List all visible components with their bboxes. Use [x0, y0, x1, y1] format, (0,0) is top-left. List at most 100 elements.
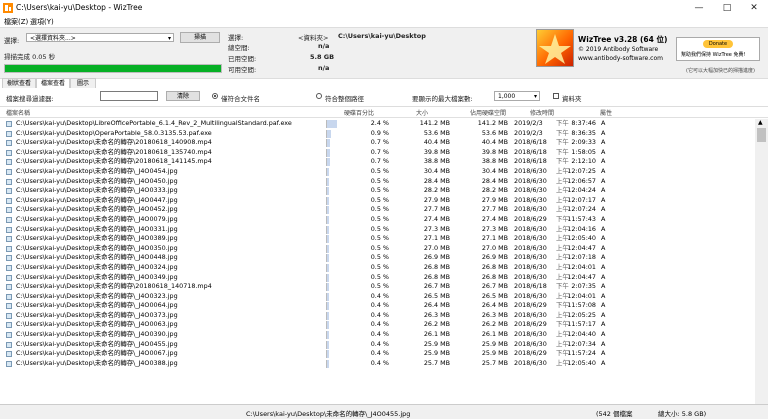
file-name: C:\Users\kai-yu\Desktop\未命名的轉存\_J4O0331.…: [16, 224, 178, 233]
file-date: 2018/6/30: [514, 176, 547, 185]
file-attr: A: [601, 176, 606, 185]
table-row[interactable]: C:\Users\kai-yu\Desktop\未命名的轉存\_J4O0079.…: [0, 215, 755, 225]
file-size: 26.3 MB: [423, 310, 450, 319]
file-attr: A: [601, 234, 606, 243]
tab-file-view[interactable]: 檔案查看: [36, 78, 70, 88]
folder-select[interactable]: <選擇資料夾...> ▾: [26, 33, 174, 42]
table-row[interactable]: C:\Users\kai-yu\Desktop\未命名的轉存\_J4O0063.…: [0, 320, 755, 330]
percent-bar-fill: [327, 206, 330, 215]
table-row[interactable]: C:\Users\kai-yu\Desktop\未命名的轉存\_J4O0350.…: [0, 244, 755, 254]
table-row[interactable]: C:\Users\kai-yu\Desktop\未命名的轉存\_J4O0454.…: [0, 167, 755, 177]
table-row[interactable]: C:\Users\kai-yu\Desktop\LibreOfficePorta…: [0, 119, 755, 129]
col-alloc[interactable]: 佔用硬碟空間: [470, 108, 506, 117]
file-time: 11:57:43: [567, 214, 596, 223]
file-date: 2018/6/30: [514, 243, 547, 252]
table-row[interactable]: C:\Users\kai-yu\Desktop\未命名的轉存\_J4O0324.…: [0, 263, 755, 273]
table-row[interactable]: C:\Users\kai-yu\Desktop\未命名的轉存\_J4O0452.…: [0, 205, 755, 215]
close-button[interactable]: ✕: [740, 0, 768, 16]
percent-bar-fill: [327, 196, 330, 205]
info-select-label: 選擇:: [228, 34, 244, 42]
file-size: 25.7 MB: [423, 358, 450, 367]
maximize-button[interactable]: □: [713, 0, 741, 16]
full-path-radio[interactable]: [316, 93, 322, 99]
file-percent: 2.4 %: [370, 119, 389, 127]
table-row[interactable]: C:\Users\kai-yu\Desktop\未命名的轉存\_J4O0389.…: [0, 234, 755, 244]
percent-bar-fill: [327, 167, 330, 176]
table-row[interactable]: C:\Users\kai-yu\Desktop\未命名的轉存\20180618_…: [0, 138, 755, 148]
brand-url[interactable]: www.antibody-software.com: [578, 55, 663, 62]
file-alloc: 28.4 MB: [481, 176, 508, 185]
scrollbar-thumb[interactable]: [757, 128, 766, 142]
clear-button[interactable]: 清除: [166, 91, 200, 101]
col-modified[interactable]: 修改時間: [530, 108, 554, 117]
tab-icons[interactable]: 圖示: [70, 78, 96, 88]
file-alloc: 141.2 MB: [477, 119, 508, 127]
col-size[interactable]: 大小: [416, 108, 428, 117]
table-row[interactable]: C:\Users\kai-yu\Desktop\未命名的轉存\_J4O0331.…: [0, 225, 755, 235]
tab-tree-view[interactable]: 樹狀查看: [2, 78, 36, 88]
file-percent: 0.4 %: [370, 320, 389, 329]
table-row[interactable]: C:\Users\kai-yu\Desktop\OperaPortable_58…: [0, 129, 755, 139]
table-row[interactable]: C:\Users\kai-yu\Desktop\未命名的轉存\_J4O0448.…: [0, 253, 755, 263]
file-attr: A: [601, 262, 606, 271]
file-size: 26.2 MB: [423, 320, 450, 329]
table-row[interactable]: C:\Users\kai-yu\Desktop\未命名的轉存\_J4O0388.…: [0, 359, 755, 369]
status-total: 總大小: 5.8 GB): [658, 410, 707, 418]
table-row[interactable]: C:\Users\kai-yu\Desktop\未命名的轉存\_J4O0455.…: [0, 340, 755, 350]
table-row[interactable]: C:\Users\kai-yu\Desktop\未命名的轉存\20180618_…: [0, 148, 755, 158]
file-time: 11:57:24: [567, 349, 596, 358]
table-row[interactable]: C:\Users\kai-yu\Desktop\未命名的轉存\_J4O0447.…: [0, 196, 755, 206]
file-alloc: 25.9 MB: [481, 339, 508, 348]
image-file-icon: [6, 274, 12, 281]
file-name: C:\Users\kai-yu\Desktop\LibreOfficePorta…: [16, 119, 292, 127]
file-alloc: 26.7 MB: [481, 282, 508, 291]
file-percent: 0.5 %: [370, 224, 389, 233]
col-name[interactable]: 檔案名稱: [6, 108, 30, 117]
table-row[interactable]: C:\Users\kai-yu\Desktop\未命名的轉存\20180618_…: [0, 282, 755, 292]
col-attr[interactable]: 屬性: [600, 108, 612, 117]
table-row[interactable]: C:\Users\kai-yu\Desktop\未命名的轉存\_J4O0333.…: [0, 186, 755, 196]
table-row[interactable]: C:\Users\kai-yu\Desktop\未命名的轉存\_J4O0390.…: [0, 330, 755, 340]
table-row[interactable]: C:\Users\kai-yu\Desktop\未命名的轉存\_J4O0450.…: [0, 177, 755, 187]
select-label: 選擇:: [4, 37, 20, 45]
file-percent: 0.9 %: [370, 128, 389, 137]
file-time: 12:05:40: [567, 358, 596, 367]
max-files-select[interactable]: 1,000 ▾: [494, 91, 540, 101]
file-size: 27.3 MB: [423, 224, 450, 233]
file-attr: A: [601, 358, 606, 367]
donate-button[interactable]: Donate 幫助我們保持 WizTree 免費!: [676, 37, 760, 61]
video-file-icon: [6, 140, 12, 147]
table-row[interactable]: C:\Users\kai-yu\Desktop\未命名的轉存\_J4O0349.…: [0, 273, 755, 283]
vertical-scrollbar[interactable]: ▲: [755, 119, 768, 404]
percent-bar-fill: [327, 254, 330, 263]
file-name: C:\Users\kai-yu\Desktop\未命名的轉存\20180618_…: [16, 147, 212, 156]
file-attr: A: [601, 138, 606, 147]
file-size: 27.1 MB: [423, 234, 450, 243]
table-row[interactable]: C:\Users\kai-yu\Desktop\未命名的轉存\_J4O0064.…: [0, 301, 755, 311]
filename-only-radio[interactable]: [212, 93, 218, 99]
minimize-button[interactable]: —: [685, 0, 713, 16]
file-attr: A: [601, 119, 606, 127]
file-name: C:\Users\kai-yu\Desktop\未命名的轉存\_J4O0063.…: [16, 320, 178, 329]
folders-checkbox[interactable]: [553, 93, 559, 99]
menu-file[interactable]: 檔案(Z): [4, 17, 28, 27]
file-date: 2018/6/30: [514, 291, 547, 300]
table-row[interactable]: C:\Users\kai-yu\Desktop\未命名的轉存\_J4O0323.…: [0, 292, 755, 302]
scan-button[interactable]: 掃描: [180, 32, 220, 43]
file-size: 26.8 MB: [423, 262, 450, 271]
file-percent: 0.5 %: [370, 205, 389, 214]
file-time: 12:04:24: [567, 186, 596, 195]
file-date: 2018/6/18: [514, 282, 547, 291]
file-name: C:\Users\kai-yu\Desktop\未命名的轉存\_J4O0333.…: [16, 186, 178, 195]
search-filter-input[interactable]: [100, 91, 158, 101]
menu-options[interactable]: 選項(Y): [30, 17, 54, 27]
file-size: 27.0 MB: [423, 243, 450, 252]
file-name: C:\Users\kai-yu\Desktop\未命名的轉存\20180618_…: [16, 282, 212, 291]
table-row[interactable]: C:\Users\kai-yu\Desktop\未命名的轉存\_J4O0067.…: [0, 349, 755, 359]
image-file-icon: [6, 332, 12, 339]
table-row[interactable]: C:\Users\kai-yu\Desktop\未命名的轉存\20180618_…: [0, 157, 755, 167]
col-percent[interactable]: 硬碟百分比: [344, 108, 374, 117]
file-size: 28.2 MB: [423, 186, 450, 195]
used-space-value: 5.8 GB: [310, 53, 335, 61]
file-time: 8:37:46: [571, 119, 596, 127]
